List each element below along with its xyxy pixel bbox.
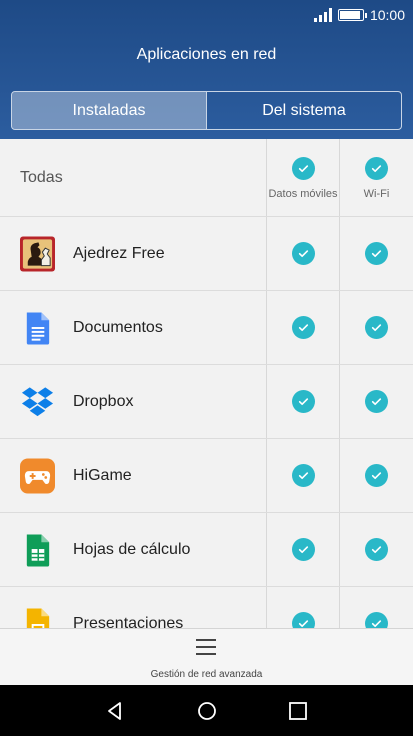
mobile-data-cell: [267, 538, 339, 561]
check-icon: [371, 324, 382, 332]
signal-icon: [313, 8, 332, 22]
check-icon: [298, 620, 308, 628]
wifi-cell: [340, 316, 413, 339]
wifi-toggle[interactable]: [365, 242, 388, 265]
wifi-cell: [340, 242, 413, 265]
check-icon: [371, 546, 382, 554]
wifi-cell: [340, 390, 413, 413]
app-name: Dropbox: [73, 393, 134, 410]
list-item: HiGame: [0, 439, 413, 513]
tab-group: Instaladas Del sistema: [11, 91, 402, 130]
higame-app-icon: [20, 458, 55, 494]
menu-list-icon: [196, 639, 216, 657]
mobile-data-cell: [267, 242, 339, 265]
dropbox-app-icon: [21, 387, 54, 417]
mobile-data-toggle[interactable]: [291, 316, 315, 339]
check-icon: [298, 165, 308, 173]
check-icon: [298, 472, 308, 480]
check-icon: [371, 165, 382, 173]
app-name: HiGame: [73, 467, 132, 484]
check-icon: [298, 546, 308, 554]
mobile-data-toggle[interactable]: [291, 464, 315, 487]
wifi-toggle[interactable]: [365, 538, 388, 561]
check-icon: [298, 398, 308, 406]
advanced-network-button[interactable]: Gestión de red avanzada: [0, 628, 413, 685]
mobile-data-label: Datos móviles: [268, 188, 338, 200]
app-header: 10:00 Aplicaciones en red Instaladas Del…: [0, 0, 413, 139]
wifi-toggle[interactable]: [365, 612, 388, 628]
advanced-network-label: Gestión de red avanzada: [150, 669, 263, 680]
docs-app-icon: [26, 312, 50, 345]
mobile-data-toggle[interactable]: [291, 612, 315, 628]
system-nav-bar: [0, 685, 413, 736]
tab-del-sistema[interactable]: Del sistema: [206, 92, 401, 129]
recents-icon[interactable]: [287, 700, 309, 722]
check-icon: [371, 472, 382, 480]
wifi-cell: [340, 612, 413, 628]
mobile-data-toggle[interactable]: [291, 538, 315, 561]
chess-app-icon: [20, 236, 55, 272]
app-name: Documentos: [73, 319, 163, 336]
page-title: Aplicaciones en red: [136, 46, 277, 63]
app-name: Presentaciones: [73, 615, 184, 628]
app-list: Todas Datos móviles Wi-Fi Ajedrez Free D…: [0, 139, 413, 628]
list-item: Hojas de cálculo: [0, 513, 413, 587]
list-item: Dropbox: [0, 365, 413, 439]
wifi-toggle[interactable]: [365, 464, 388, 487]
check-icon: [371, 620, 382, 628]
mobile-data-cell: [267, 612, 339, 628]
sheets-app-icon: [26, 534, 50, 567]
list-item: Ajedrez Free: [0, 217, 413, 291]
mobile-data-toggle[interactable]: [291, 242, 315, 265]
mobile-data-cell: [267, 390, 339, 413]
list-header-row: Todas Datos móviles Wi-Fi: [0, 139, 413, 217]
slides-app-icon: [26, 608, 50, 628]
wifi-cell: [340, 538, 413, 561]
all-apps-label: Todas: [20, 169, 63, 186]
wifi-column-header: Wi-Fi: [340, 157, 413, 200]
app-name: Ajedrez Free: [73, 245, 165, 262]
home-icon[interactable]: [196, 700, 218, 722]
check-icon: [298, 250, 308, 258]
check-icon: [371, 398, 382, 406]
mobile-data-cell: [267, 464, 339, 487]
mobile-data-column-header: Datos móviles: [267, 157, 339, 200]
battery-icon: [337, 9, 367, 21]
wifi-toggle[interactable]: [365, 316, 388, 339]
wifi-label: Wi-Fi: [363, 188, 390, 200]
back-icon[interactable]: [104, 700, 126, 722]
mobile-data-toggle[interactable]: [291, 390, 315, 413]
app-name: Hojas de cálculo: [73, 541, 191, 558]
status-time: 10:00: [369, 7, 405, 23]
wifi-cell: [340, 464, 413, 487]
all-mobile-data-toggle[interactable]: [291, 157, 315, 180]
check-icon: [298, 324, 308, 332]
wifi-toggle[interactable]: [365, 390, 388, 413]
status-bar: 10:00: [313, 4, 405, 26]
list-item: Documentos: [0, 291, 413, 365]
check-icon: [371, 250, 382, 258]
all-wifi-toggle[interactable]: [365, 157, 388, 180]
list-item: Presentaciones: [0, 587, 413, 628]
tab-instaladas[interactable]: Instaladas: [12, 92, 206, 129]
mobile-data-cell: [267, 316, 339, 339]
